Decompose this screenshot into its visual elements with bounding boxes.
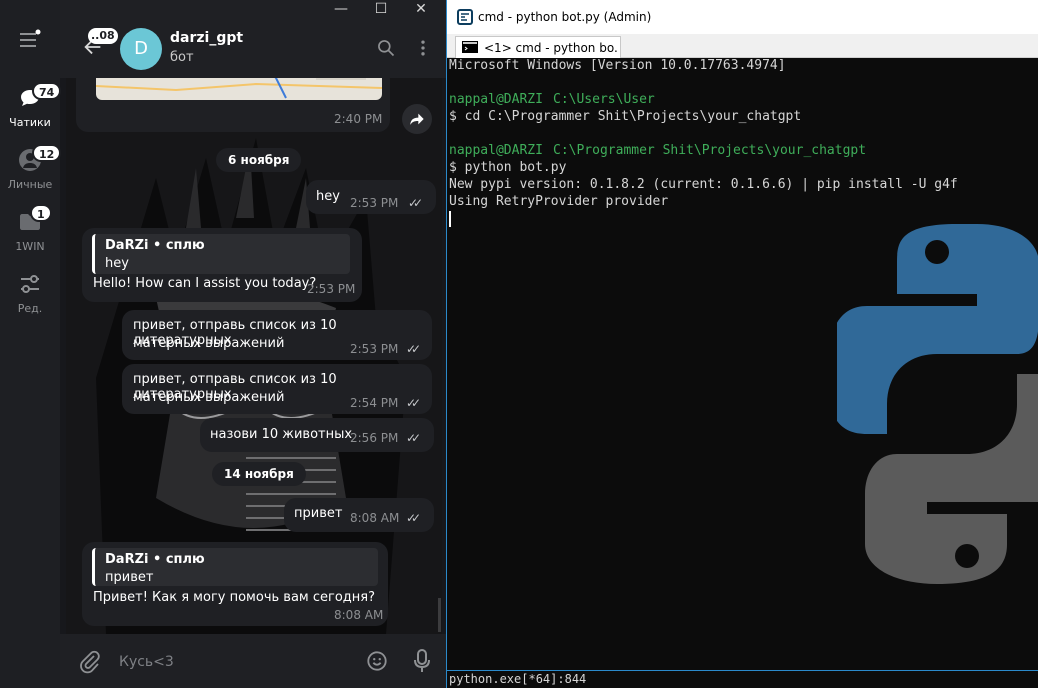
message-text: привет bbox=[294, 506, 343, 521]
outgoing-message[interactable]: привет, отправь список из 10 литературны… bbox=[122, 310, 432, 360]
status-process: python.exe[*64]:844 bbox=[449, 672, 587, 686]
close-button[interactable]: ✕ bbox=[406, 0, 436, 20]
incoming-message[interactable]: DaRZi • сплю hey Hello! How can I assist… bbox=[82, 228, 362, 302]
forward-button[interactable] bbox=[402, 104, 432, 134]
1win-unread-badge: 1 bbox=[30, 204, 52, 222]
folder-1win[interactable]: 1 1WIN bbox=[0, 204, 60, 268]
location-message[interactable]: 2:40 PM bbox=[76, 78, 390, 132]
message-text-line: матерных выражений bbox=[133, 390, 285, 405]
reply-author: DaRZi • сплю bbox=[105, 238, 205, 253]
outgoing-message[interactable]: назови 10 животных 2:56 PM ✓✓ bbox=[200, 418, 434, 452]
folder-personal[interactable]: 12 Личные bbox=[0, 144, 62, 206]
terminal-output[interactable]: Microsoft Windows [Version 10.0.17763.49… bbox=[447, 58, 1038, 670]
message-time: 2:56 PM bbox=[350, 431, 399, 445]
personal-unread-badge: 12 bbox=[32, 144, 62, 162]
more-options-icon[interactable] bbox=[416, 38, 430, 58]
chats-unread-badge: 74 bbox=[32, 82, 62, 100]
reply-author: DaRZi • сплю bbox=[105, 552, 205, 567]
message-time: 2:53 PM bbox=[307, 282, 356, 296]
chat-title[interactable]: darzi_gpt bbox=[170, 30, 243, 46]
message-composer: Кусь<3 bbox=[60, 634, 446, 688]
emoji-icon[interactable] bbox=[366, 650, 388, 672]
terminal-line: Microsoft Windows [Version 10.0.17763.49… bbox=[449, 58, 786, 73]
maximize-button[interactable]: ☐ bbox=[366, 0, 396, 20]
message-time: 8:08 AM bbox=[350, 511, 400, 525]
outgoing-message[interactable]: привет, отправь список из 10 литературны… bbox=[122, 364, 432, 414]
read-checks-icon: ✓✓ bbox=[406, 396, 421, 410]
folder-label: Ред. bbox=[17, 302, 43, 315]
search-icon[interactable] bbox=[376, 38, 396, 58]
avatar[interactable]: D bbox=[120, 28, 162, 70]
status-bar: python.exe[*64]:844 bbox=[447, 670, 1038, 688]
console-app-icon bbox=[457, 9, 473, 25]
message-text: назови 10 животных bbox=[210, 427, 353, 442]
folders-sidebar: 74 Чатики 12 Личные 1 1WIN Ред. bbox=[0, 0, 62, 688]
terminal-command: $ cd C:\Programmer Shit\Projects\your_ch… bbox=[449, 109, 802, 124]
tab-label: <1> cmd - python bo... bbox=[484, 41, 618, 55]
cmd-window: cmd - python bot.py (Admin) <1> cmd - py… bbox=[446, 0, 1038, 688]
reply-quote[interactable]: DaRZi • сплю hey bbox=[92, 234, 350, 274]
folder-label: Личные bbox=[7, 178, 53, 191]
date-separator: 14 ноября bbox=[212, 462, 306, 486]
message-time: 2:53 PM bbox=[350, 342, 399, 356]
terminal-line: Using RetryProvider provider bbox=[449, 194, 669, 209]
main-menu-button[interactable] bbox=[0, 18, 60, 78]
message-time: 8:08 AM bbox=[334, 608, 384, 622]
forward-arrow-icon bbox=[410, 113, 424, 125]
folder-label: 1WIN bbox=[15, 240, 45, 253]
prompt-user: nappal@DARZI bbox=[449, 143, 543, 158]
message-list[interactable]: 2:40 PM 6 ноября hey 2:53 PM ✓✓ DaRZi • … bbox=[66, 78, 442, 634]
minimize-button[interactable]: — bbox=[326, 0, 356, 20]
read-checks-icon: ✓✓ bbox=[406, 342, 421, 356]
incoming-message[interactable]: DaRZi • сплю привет Привет! Как я могу п… bbox=[82, 542, 388, 626]
message-time: 2:40 PM bbox=[334, 112, 383, 126]
telegram-window: 74 Чатики 12 Личные 1 1WIN Ред. — ☐ ✕ ..… bbox=[0, 0, 446, 688]
chat-header: — ☐ ✕ ..08 D darzi_gpt бот bbox=[60, 0, 446, 78]
date-separator: 6 ноября bbox=[216, 148, 302, 172]
prompt-path: C:\Programmer Shit\Projects\your_chatgpt bbox=[553, 143, 867, 158]
title-bar[interactable]: cmd - python bot.py (Admin) bbox=[447, 0, 1038, 34]
message-text: Привет! Как я могу помочь вам сегодня? bbox=[93, 590, 375, 605]
window-title: cmd - python bot.py (Admin) bbox=[478, 10, 652, 24]
read-checks-icon: ✓✓ bbox=[406, 511, 421, 525]
terminal-command: $ python bot.py bbox=[449, 160, 567, 175]
terminal-line: New pypi version: 0.1.8.2 (current: 0.1.… bbox=[449, 177, 958, 192]
attach-icon[interactable] bbox=[78, 650, 102, 674]
terminal-icon bbox=[462, 41, 478, 53]
map-preview[interactable] bbox=[96, 78, 382, 100]
message-text: hey bbox=[316, 189, 340, 204]
outgoing-message[interactable]: hey 2:53 PM ✓✓ bbox=[306, 180, 436, 214]
reply-text: привет bbox=[105, 570, 154, 585]
message-text-line: матерных выражений bbox=[133, 336, 285, 351]
window-controls: — ☐ ✕ bbox=[326, 0, 446, 20]
message-text: Hello! How can I assist you today? bbox=[93, 276, 317, 291]
message-input[interactable]: Кусь<3 bbox=[119, 654, 174, 670]
menu-icon bbox=[20, 29, 41, 47]
reply-text: hey bbox=[105, 256, 129, 271]
message-time: 2:54 PM bbox=[350, 396, 399, 410]
unread-counter-badge: ..08 bbox=[88, 28, 118, 44]
chat-status: бот bbox=[170, 50, 194, 65]
microphone-icon[interactable] bbox=[412, 648, 432, 674]
prompt-user: nappal@DARZI bbox=[449, 92, 543, 107]
tab-cmd[interactable]: <1> cmd - python bo... bbox=[455, 36, 621, 58]
read-checks-icon: ✓✓ bbox=[408, 196, 423, 210]
outgoing-message[interactable]: привет 8:08 AM ✓✓ bbox=[284, 498, 434, 532]
message-time: 2:53 PM bbox=[350, 196, 399, 210]
folder-chats[interactable]: 74 Чатики bbox=[0, 82, 62, 144]
reply-quote[interactable]: DaRZi • сплю привет bbox=[92, 548, 378, 586]
tab-bar: <1> cmd - python bo... bbox=[447, 34, 1038, 58]
folder-label: Чатики bbox=[9, 116, 51, 129]
read-checks-icon: ✓✓ bbox=[406, 431, 421, 445]
prompt-path: C:\Users\User bbox=[553, 92, 655, 107]
text-cursor bbox=[449, 211, 451, 227]
sliders-icon bbox=[21, 275, 39, 293]
python-logo-background bbox=[837, 224, 1038, 584]
edit-folders-button[interactable]: Ред. bbox=[0, 270, 60, 330]
